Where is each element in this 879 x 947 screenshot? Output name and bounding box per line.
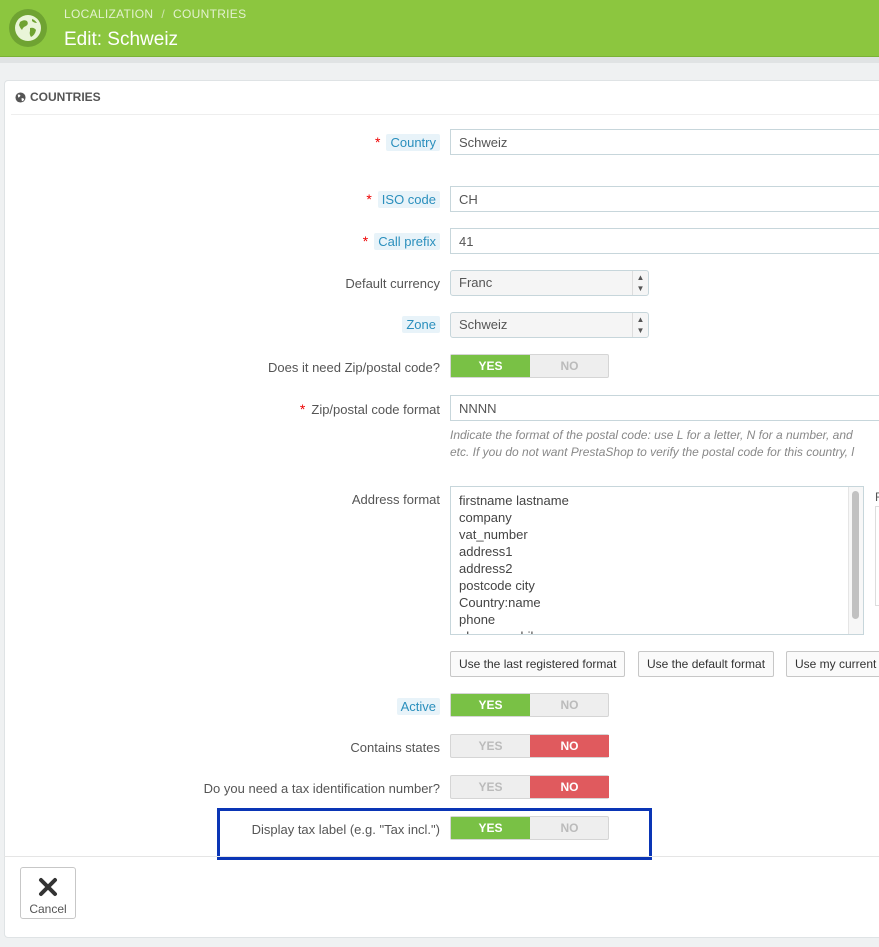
breadcrumb-countries[interactable]: COUNTRIES <box>173 7 246 21</box>
address-line: phone_mobile <box>451 628 569 634</box>
cancel-button[interactable]: Cancel <box>20 867 76 919</box>
page-header: LOCALIZATION / COUNTRIES Edit: Schweiz <box>0 0 879 57</box>
contains-states-label: Contains states <box>350 740 440 755</box>
country-input[interactable]: Schweiz <box>450 129 879 155</box>
default-currency-value: Franc <box>459 275 493 290</box>
panel-heading: COUNTRIES <box>11 81 879 115</box>
iso-code-input[interactable]: CH <box>450 186 879 212</box>
contains-states-switch[interactable]: YES NO <box>450 734 609 758</box>
country-label: * Country <box>375 134 440 151</box>
zip-format-input[interactable]: NNNN <box>450 395 879 421</box>
address-format-label: Address format <box>351 492 440 507</box>
highlight-box <box>217 808 652 860</box>
zone-value: Schweiz <box>459 317 508 332</box>
breadcrumb: LOCALIZATION / COUNTRIES <box>64 7 247 21</box>
address-line: vat_number <box>459 527 528 542</box>
address-line: address1 <box>459 544 513 559</box>
globe-icon <box>9 9 47 47</box>
textarea-scrollbar[interactable] <box>848 487 863 634</box>
need-zip-no[interactable]: NO <box>530 355 609 377</box>
iso-code-label: * ISO code <box>366 191 440 208</box>
address-format-textarea[interactable]: firstname lastname company vat_number ad… <box>450 486 864 635</box>
contains-states-yes[interactable]: YES <box>451 735 530 757</box>
default-currency-label: Default currency <box>345 276 440 291</box>
call-prefix-input[interactable]: 41 <box>450 228 879 254</box>
zip-format-label: * Zip/postal code format <box>299 401 440 417</box>
use-current-format-button[interactable]: Use my current <box>786 651 879 677</box>
address-line: firstname lastname <box>459 493 569 508</box>
address-line: phone <box>459 612 496 627</box>
need-tax-id-label: Do you need a tax identification number? <box>203 781 440 796</box>
contains-states-no[interactable]: NO <box>530 735 609 757</box>
zone-select[interactable]: Schweiz ▲ ▼ <box>450 312 649 338</box>
need-zip-yes[interactable]: YES <box>451 355 530 377</box>
active-yes[interactable]: YES <box>451 694 530 716</box>
need-tax-id-no[interactable]: NO <box>530 776 609 798</box>
zip-format-help: Indicate the format of the postal code: … <box>450 428 854 459</box>
globe-small-icon <box>15 92 26 103</box>
use-default-format-button[interactable]: Use the default format <box>638 651 775 677</box>
need-zip-label: Does it need Zip/postal code? <box>268 360 440 375</box>
page-title: Edit: Schweiz <box>64 29 179 50</box>
use-last-format-button[interactable]: Use the last registered format <box>450 651 626 677</box>
select-arrows-icon: ▲ ▼ <box>632 313 648 337</box>
default-currency-select[interactable]: Franc ▲ ▼ <box>450 270 649 296</box>
active-label: Active <box>396 698 440 715</box>
select-arrows-icon: ▲ ▼ <box>632 271 648 295</box>
need-tax-id-yes[interactable]: YES <box>451 776 530 798</box>
panel-footer-divider <box>4 856 879 857</box>
need-tax-id-switch[interactable]: YES NO <box>450 775 609 799</box>
panel-title: COUNTRIES <box>30 90 101 104</box>
cancel-label: Cancel <box>29 902 67 916</box>
zone-label: Zone <box>402 316 440 333</box>
active-no[interactable]: NO <box>530 694 609 716</box>
address-fields-side-panel: F <box>874 486 879 606</box>
active-switch[interactable]: YES NO <box>450 693 609 717</box>
need-zip-switch[interactable]: YES NO <box>450 354 609 378</box>
address-line: address2 <box>459 561 513 576</box>
breadcrumb-localization[interactable]: LOCALIZATION <box>64 7 153 21</box>
call-prefix-label: * Call prefix <box>363 233 440 250</box>
close-icon <box>39 878 57 896</box>
toolbar-strip <box>0 57 879 63</box>
address-line: postcode city <box>459 578 535 593</box>
side-panel-letter: F <box>875 490 879 504</box>
address-line: Country:name <box>459 595 541 610</box>
address-line: company <box>459 510 512 525</box>
